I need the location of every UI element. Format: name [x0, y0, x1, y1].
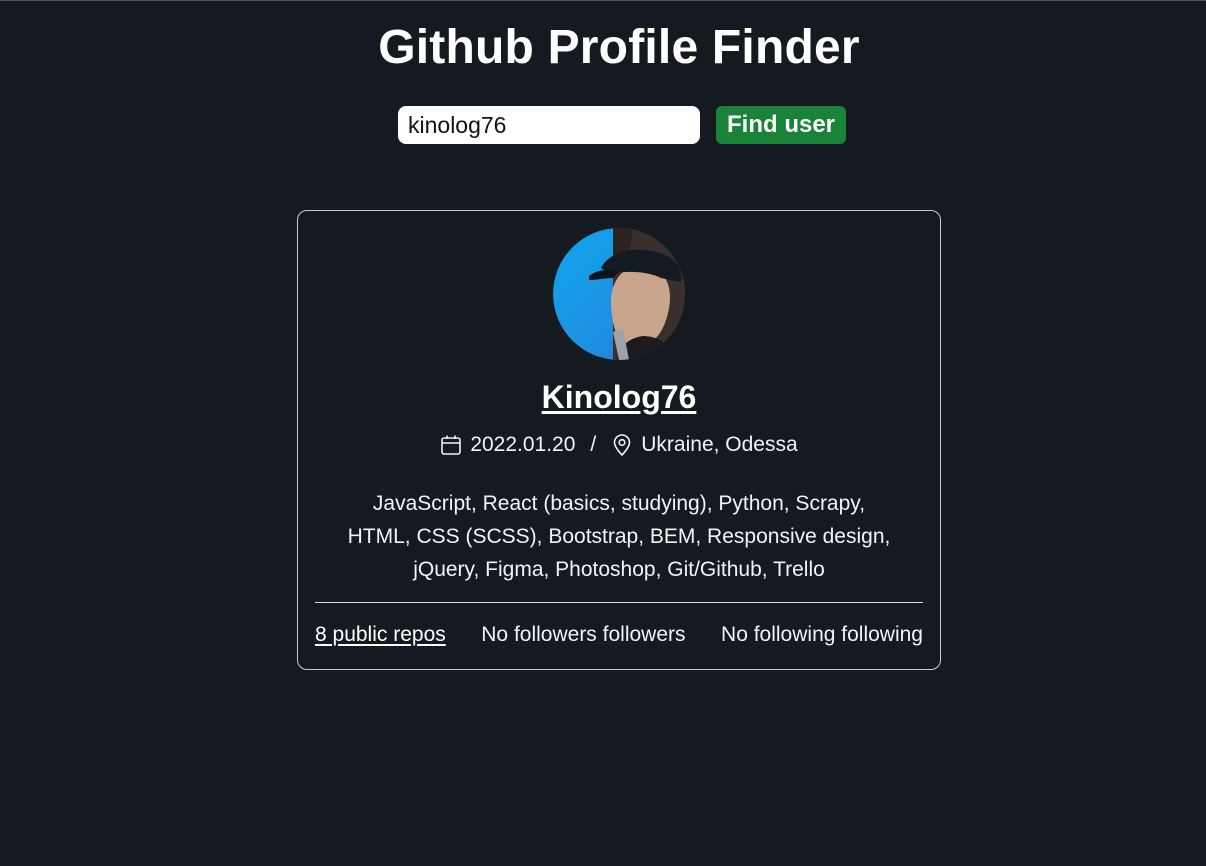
search-bar: Find user [398, 106, 847, 144]
profile-bio: JavaScript, React (basics, studying), Py… [338, 487, 900, 586]
meta-separator: / [590, 433, 597, 456]
profile-meta: 2022.01.20 / Ukraine, Odessa [298, 433, 940, 457]
profile-card: Kinolog76 2022.01.20 / Ukraine, Odessa J… [297, 210, 941, 670]
public-repos-link[interactable]: 8 public repos [315, 623, 446, 647]
avatar [553, 228, 685, 360]
profile-stats: 8 public repos No followers followers No… [315, 623, 923, 647]
bio-line: HTML, CSS (SCSS), Bootstrap, BEM, Respon… [347, 525, 891, 548]
profile-username[interactable]: Kinolog76 [298, 379, 940, 416]
bio-line: jQuery, Figma, Photoshop, Git/Github, Tr… [413, 558, 825, 581]
search-input[interactable] [398, 106, 700, 144]
page-title: Github Profile Finder [378, 21, 860, 74]
following-count: No following following [721, 623, 923, 646]
followers-count: No followers followers [481, 623, 686, 646]
joined-date: 2022.01.20 [470, 433, 576, 456]
calendar-icon [440, 434, 462, 456]
map-pin-icon [611, 434, 633, 456]
card-divider [315, 602, 923, 603]
top-border [0, 0, 1206, 1]
bio-line: JavaScript, React (basics, studying), Py… [372, 492, 866, 515]
find-user-button[interactable]: Find user [716, 106, 847, 144]
location-text: Ukraine, Odessa [641, 433, 798, 456]
